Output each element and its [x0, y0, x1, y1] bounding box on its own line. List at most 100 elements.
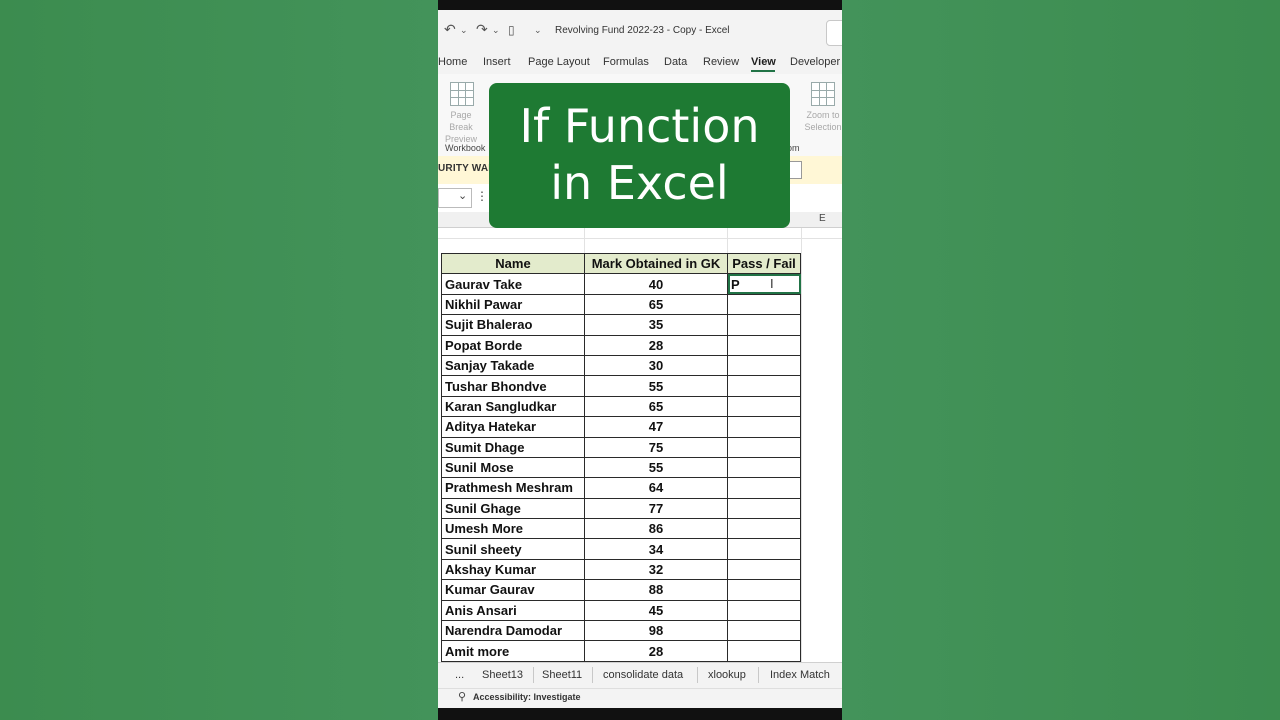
cell-mark[interactable]: 77 — [584, 497, 728, 520]
cell-name[interactable]: Tushar Bhondve — [441, 375, 585, 397]
cell-name[interactable]: Umesh More — [441, 518, 585, 540]
cell-pass-fail[interactable] — [727, 599, 801, 622]
cell-pass-fail[interactable] — [727, 416, 801, 438]
undo-icon[interactable]: ↶ — [444, 21, 456, 38]
save-icon[interactable]: ▯ — [508, 23, 515, 37]
cell-mark[interactable]: 34 — [584, 538, 728, 560]
table-row: Nikhil Pawar 65 — [441, 293, 801, 316]
more-sheets-button[interactable]: ... — [455, 669, 464, 681]
cell-name[interactable]: Aditya Hatekar — [441, 416, 585, 438]
tab-insert[interactable]: Insert — [483, 56, 511, 68]
cell-mark[interactable]: 28 — [584, 640, 728, 662]
customize-toolbar-icon[interactable]: ⌄ — [534, 25, 542, 36]
cell-name[interactable]: Kumar Gaurav — [441, 579, 585, 601]
cell-mark[interactable]: 88 — [584, 579, 728, 601]
gridline — [801, 228, 802, 662]
cell-pass-fail[interactable] — [727, 620, 801, 642]
tab-home[interactable]: Home — [438, 56, 467, 68]
sheet-tab-index-match[interactable]: Index Match — [770, 669, 830, 681]
cell-mark[interactable]: 30 — [584, 354, 728, 377]
cell-mark[interactable]: 75 — [584, 436, 728, 458]
cell-pass-fail[interactable] — [727, 558, 801, 581]
cell-name[interactable]: Sumit Dhage — [441, 436, 585, 458]
cell-name[interactable]: Sujit Bhalerao — [441, 314, 585, 336]
cell-name[interactable]: Karan Sangludkar — [441, 395, 585, 418]
search-box[interactable] — [826, 20, 842, 46]
cell-pass-fail[interactable] — [727, 375, 801, 397]
sheet-tab-consolidate-data[interactable]: consolidate data — [603, 669, 683, 681]
zoom-to-selection-label[interactable]: Zoom to Selection — [798, 109, 842, 133]
cell-name[interactable]: Akshay Kumar — [441, 558, 585, 581]
tab-developer[interactable]: Developer — [790, 56, 840, 68]
table-row: Sanjay Takade 30 — [441, 354, 801, 377]
cell-mark[interactable]: 45 — [584, 599, 728, 622]
header-mark[interactable]: Mark Obtained in GK — [584, 252, 728, 275]
cell-mark[interactable]: 47 — [584, 416, 728, 438]
cell-mark[interactable]: 55 — [584, 456, 728, 479]
table-row: Narendra Damodar 98 — [441, 620, 801, 642]
tab-separator — [758, 667, 759, 683]
column-header-e[interactable]: E — [819, 213, 826, 224]
cell-pass-fail[interactable] — [727, 334, 801, 356]
cell-name[interactable]: Prathmesh Meshram — [441, 477, 585, 499]
cell-pass-fail[interactable] — [727, 640, 801, 662]
cell-pass-fail-active[interactable]: P — [727, 273, 801, 295]
tab-review[interactable]: Review — [703, 56, 739, 68]
cell-name[interactable]: Gaurav Take — [441, 273, 585, 295]
cell-name[interactable]: Sunil Ghage — [441, 497, 585, 520]
cell-mark[interactable]: 40 — [584, 273, 728, 295]
sheet-tab-sheet11[interactable]: Sheet11 — [542, 669, 582, 681]
cell-name[interactable]: Nikhil Pawar — [441, 293, 585, 316]
more-options-icon[interactable]: ⋮ — [476, 189, 488, 203]
sheet-tab-xlookup[interactable]: xlookup — [708, 669, 746, 681]
cell-pass-fail[interactable] — [727, 456, 801, 479]
zoom-label-line1: Zoom to — [806, 110, 840, 120]
chevron-down-icon[interactable]: ⌄ — [458, 189, 467, 202]
cell-pass-fail[interactable] — [727, 354, 801, 377]
cell-mark[interactable]: 98 — [584, 620, 728, 642]
cell-name[interactable]: Amit more — [441, 640, 585, 662]
cell-mark[interactable]: 64 — [584, 477, 728, 499]
tab-data[interactable]: Data — [664, 56, 687, 68]
cell-pass-fail[interactable] — [727, 538, 801, 560]
cell-pass-fail[interactable] — [727, 518, 801, 540]
cell-mark[interactable]: 32 — [584, 558, 728, 581]
cell-name[interactable]: Sanjay Takade — [441, 354, 585, 377]
active-tab-indicator — [751, 70, 775, 72]
redo-dropdown-icon[interactable]: ⌄ — [492, 25, 500, 36]
title-overlay-banner: If Function in Excel — [489, 83, 790, 228]
cell-pass-fail[interactable] — [727, 293, 801, 316]
cell-pass-fail[interactable] — [727, 477, 801, 499]
undo-dropdown-icon[interactable]: ⌄ — [460, 25, 468, 36]
cell-name[interactable]: Sunil sheety — [441, 538, 585, 560]
cell-mark[interactable]: 86 — [584, 518, 728, 540]
cell-pass-fail[interactable] — [727, 314, 801, 336]
header-name[interactable]: Name — [441, 252, 585, 275]
cell-mark[interactable]: 65 — [584, 395, 728, 418]
tab-view[interactable]: View — [751, 56, 776, 68]
header-pass-fail[interactable]: Pass / Fail — [727, 252, 801, 275]
redo-icon[interactable]: ↷ — [476, 21, 488, 38]
tab-page-layout[interactable]: Page Layout — [528, 56, 590, 68]
cell-mark[interactable]: 65 — [584, 293, 728, 316]
zoom-to-selection-icon[interactable] — [811, 82, 835, 106]
cell-pass-fail[interactable] — [727, 579, 801, 601]
cell-pass-fail[interactable] — [727, 436, 801, 458]
cell-mark[interactable]: 28 — [584, 334, 728, 356]
tab-formulas[interactable]: Formulas — [603, 56, 649, 68]
cell-name[interactable]: Anis Ansari — [441, 599, 585, 622]
page-break-label[interactable]: Page Break Preview — [438, 109, 484, 145]
sheet-tab-sheet13[interactable]: Sheet13 — [482, 669, 523, 681]
accessibility-status[interactable]: Accessibility: Investigate — [473, 692, 581, 702]
cell-name[interactable]: Narendra Damodar — [441, 620, 585, 642]
cell-mark[interactable]: 55 — [584, 375, 728, 397]
page-break-preview-icon[interactable] — [450, 82, 474, 106]
accessibility-icon[interactable]: ⚲ — [458, 690, 466, 703]
cell-pass-fail[interactable] — [727, 497, 801, 520]
cell-name[interactable]: Popat Borde — [441, 334, 585, 356]
table-row: Gaurav Take 40 P — [441, 273, 801, 295]
table-row: Sunil sheety 34 — [441, 538, 801, 560]
cell-mark[interactable]: 35 — [584, 314, 728, 336]
cell-pass-fail[interactable] — [727, 395, 801, 418]
cell-name[interactable]: Sunil Mose — [441, 456, 585, 479]
